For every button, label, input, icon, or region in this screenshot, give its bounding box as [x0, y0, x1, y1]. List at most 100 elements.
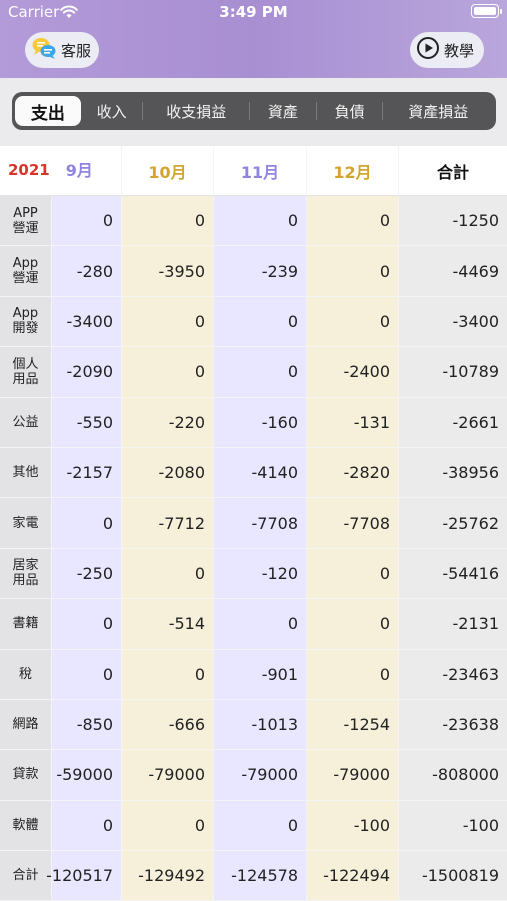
- category-label[interactable]: 貸款: [0, 750, 52, 801]
- amount-cell[interactable]: -666: [122, 699, 214, 751]
- customer-service-button[interactable]: 客服: [25, 32, 99, 68]
- amount-cell[interactable]: 0: [307, 246, 399, 297]
- amount-cell[interactable]: -2080: [122, 447, 214, 499]
- amount-cell[interactable]: -3400: [52, 296, 122, 348]
- amount-cell[interactable]: 0: [52, 196, 122, 247]
- amount-cell[interactable]: 0: [307, 599, 399, 650]
- category-label[interactable]: App 開發: [0, 296, 52, 348]
- month-header-nov[interactable]: 11月: [214, 146, 307, 196]
- amount-cell[interactable]: -120517: [46, 851, 122, 901]
- category-label[interactable]: 個人 用品: [0, 347, 52, 398]
- amount-cell[interactable]: -160: [214, 397, 307, 448]
- year-month-header[interactable]: 2021 9月: [0, 146, 122, 196]
- tab-assets[interactable]: 資產: [250, 96, 316, 126]
- category-label[interactable]: 稅: [0, 649, 52, 700]
- amount-cell[interactable]: 0: [52, 649, 122, 700]
- amount-cell[interactable]: 0: [214, 800, 307, 852]
- amount-cell[interactable]: -850: [52, 699, 122, 751]
- battery-icon: [471, 4, 502, 18]
- tutorial-button[interactable]: 教學: [410, 32, 484, 68]
- table-header-row: 2021 9月 10月 11月 12月 合計: [0, 146, 507, 196]
- amount-cell[interactable]: -120: [214, 548, 307, 600]
- amount-cell[interactable]: 0: [52, 599, 122, 650]
- table-row: 網路 -850 -666 -1013 -1254 -23638: [0, 699, 507, 751]
- amount-cell[interactable]: -59000: [52, 750, 122, 801]
- amount-cell[interactable]: -7712: [122, 498, 214, 549]
- row-total-cell: -1500819: [399, 851, 507, 901]
- category-label[interactable]: 軟體: [0, 800, 52, 852]
- amount-cell[interactable]: -2400: [307, 347, 399, 398]
- amount-cell[interactable]: -124578: [214, 851, 307, 901]
- amount-cell[interactable]: -7708: [307, 498, 399, 549]
- category-label[interactable]: 其他: [0, 447, 52, 499]
- amount-cell[interactable]: -239: [214, 246, 307, 297]
- amount-cell[interactable]: -79000: [122, 750, 214, 801]
- amount-cell[interactable]: -4140: [214, 447, 307, 499]
- month-header-oct-label: 10月: [148, 162, 187, 182]
- amount-cell[interactable]: -131: [307, 397, 399, 448]
- amount-cell[interactable]: 0: [214, 296, 307, 348]
- table-row: 軟體 0 0 0 -100 -100: [0, 800, 507, 852]
- tab-liabilities[interactable]: 負債: [317, 96, 383, 126]
- amount-cell[interactable]: 0: [52, 498, 122, 549]
- amount-cell[interactable]: -100: [307, 800, 399, 852]
- amount-cell[interactable]: -1254: [307, 699, 399, 751]
- amount-cell[interactable]: -250: [52, 548, 122, 600]
- amount-cell[interactable]: -550: [52, 397, 122, 448]
- amount-cell[interactable]: 0: [214, 196, 307, 247]
- amount-cell[interactable]: 0: [122, 347, 214, 398]
- row-total-cell: -4469: [399, 246, 507, 297]
- amount-cell[interactable]: 0: [307, 196, 399, 247]
- amount-cell[interactable]: -129492: [122, 851, 214, 901]
- amount-cell[interactable]: -514: [122, 599, 214, 650]
- month-header-dec-label: 12月: [333, 162, 372, 182]
- category-label[interactable]: 網路: [0, 699, 52, 751]
- amount-cell[interactable]: -280: [52, 246, 122, 297]
- category-label[interactable]: 家電: [0, 498, 52, 549]
- category-label[interactable]: 合計: [0, 851, 52, 901]
- row-total-cell: -38956: [399, 447, 507, 499]
- category-label[interactable]: 公益: [0, 397, 52, 448]
- tab-income-label: 收入: [96, 102, 127, 121]
- amount-cell[interactable]: 0: [214, 347, 307, 398]
- amount-cell[interactable]: -2090: [52, 347, 122, 398]
- tab-asset-profit-loss[interactable]: 資產損益: [383, 96, 493, 126]
- tab-expense-label: 支出: [30, 103, 65, 124]
- amount-cell[interactable]: -2157: [52, 447, 122, 499]
- amount-cell[interactable]: 0: [307, 548, 399, 600]
- month-header-oct[interactable]: 10月: [122, 146, 214, 196]
- status-bar: Carrier 3:49 PM: [0, 0, 507, 24]
- amount-cell[interactable]: -3950: [122, 246, 214, 297]
- amount-cell[interactable]: 0: [214, 599, 307, 650]
- amount-cell[interactable]: -79000: [214, 750, 307, 801]
- amount-cell[interactable]: -2820: [307, 447, 399, 499]
- row-total-cell: -2661: [399, 397, 507, 448]
- tab-profit-loss[interactable]: 收支損益: [143, 96, 249, 126]
- category-label[interactable]: APP 營運: [0, 196, 52, 247]
- amount-cell[interactable]: -1013: [214, 699, 307, 751]
- amount-cell[interactable]: 0: [122, 548, 214, 600]
- tab-income[interactable]: 收入: [81, 96, 143, 126]
- month-header-nov-label: 11月: [240, 162, 280, 182]
- total-header: 合計: [399, 146, 507, 196]
- amount-cell[interactable]: -122494: [307, 851, 399, 901]
- amount-cell[interactable]: 0: [122, 196, 214, 247]
- amount-cell[interactable]: -220: [122, 397, 214, 448]
- amount-cell[interactable]: 0: [122, 800, 214, 852]
- category-label[interactable]: 居家 用品: [0, 548, 52, 600]
- table-row: 家電 0 -7712 -7708 -7708 -25762: [0, 498, 507, 549]
- month-header-dec[interactable]: 12月: [307, 146, 399, 196]
- amount-cell[interactable]: 0: [122, 296, 214, 348]
- tab-expense[interactable]: 支出: [15, 96, 81, 126]
- amount-cell[interactable]: 0: [52, 800, 122, 852]
- amount-cell[interactable]: -901: [214, 649, 307, 700]
- amount-cell[interactable]: 0: [307, 296, 399, 348]
- amount-cell[interactable]: 0: [307, 649, 399, 700]
- amount-cell[interactable]: -7708: [214, 498, 307, 549]
- amount-cell[interactable]: 0: [122, 649, 214, 700]
- row-total-cell: -23638: [399, 699, 507, 751]
- category-label[interactable]: App 營運: [0, 246, 52, 297]
- table-row: 貸款 -59000 -79000 -79000 -79000 -808000: [0, 750, 507, 801]
- amount-cell[interactable]: -79000: [307, 750, 399, 801]
- category-label[interactable]: 書籍: [0, 599, 52, 650]
